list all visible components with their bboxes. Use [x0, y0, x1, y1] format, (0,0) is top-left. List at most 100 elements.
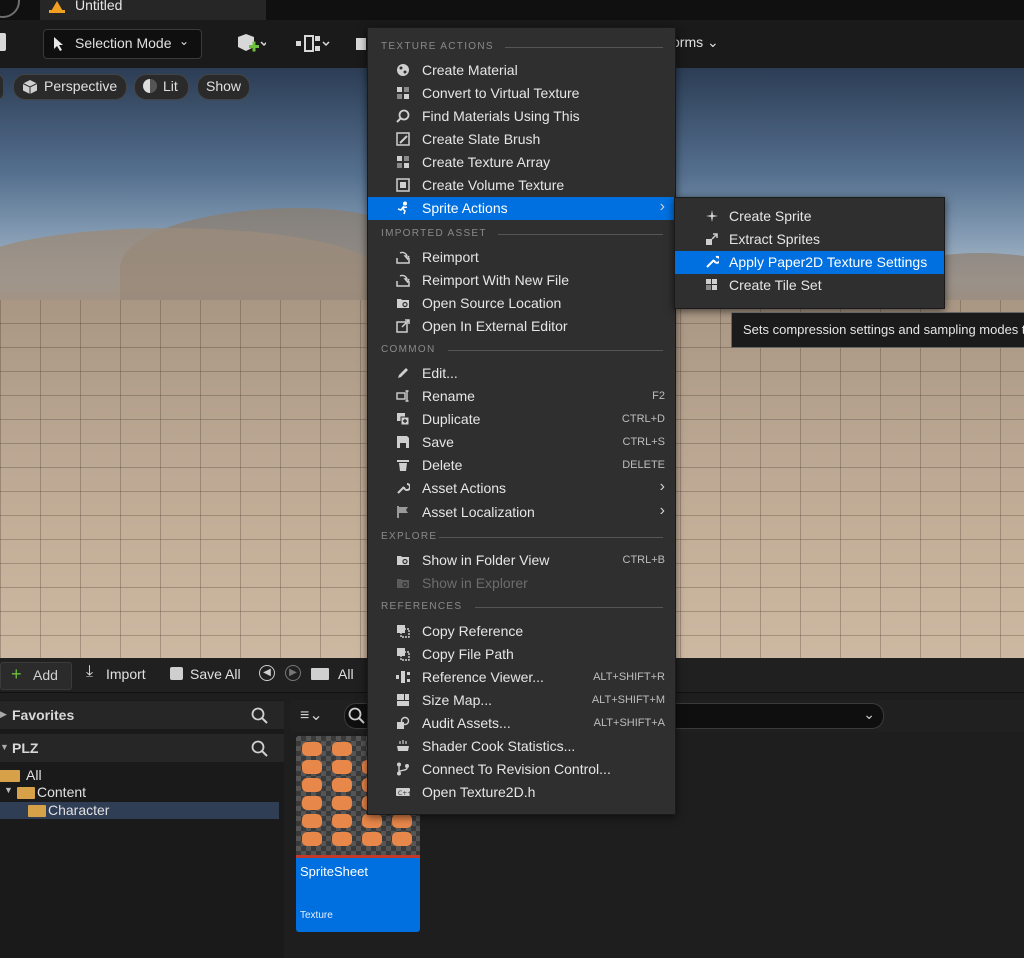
menu-copy-file-path[interactable]: Copy File Path [368, 643, 675, 666]
menu-create-material[interactable]: Create Material [368, 59, 675, 82]
project-label: PLZ [12, 740, 39, 756]
cpp-file-icon: C++ [396, 788, 410, 797]
menu-audit-assets[interactable]: Audit Assets... ALT+SHIFT+A [368, 712, 675, 735]
filter-icon[interactable]: ≡⌄ [300, 705, 323, 725]
show-label: Show [206, 78, 242, 94]
save-icon[interactable] [0, 33, 6, 51]
menu-copy-reference[interactable]: Copy Reference [368, 620, 675, 643]
menu-reference-viewer[interactable]: Reference Viewer... ALT+SHIFT+R [368, 666, 675, 689]
cinematics-icon[interactable] [354, 33, 366, 55]
tree-item-content[interactable]: ▼ Content [0, 784, 279, 801]
menu-label: Create Tile Set [729, 277, 822, 293]
menu-rename[interactable]: Rename F2 [368, 385, 675, 408]
selection-mode-dropdown[interactable]: Selection Mode ⌄ [43, 29, 202, 59]
favorites-header[interactable]: ▶ Favorites [0, 701, 284, 729]
menu-asset-localization[interactable]: Asset Localization › [368, 501, 675, 524]
show-button[interactable]: Show [197, 74, 250, 100]
menu-label: Shader Cook Statistics... [422, 738, 576, 754]
menu-delete[interactable]: Delete DELETE [368, 454, 675, 477]
asset-context-menu: TEXTURE ACTIONS Create Material Convert … [367, 27, 676, 815]
menu-sprite-actions[interactable]: Sprite Actions › [368, 197, 675, 220]
section-texture-actions: TEXTURE ACTIONS [381, 41, 494, 52]
menu-label: Reference Viewer... [422, 669, 544, 685]
menu-label: Open In External Editor [422, 318, 568, 334]
save-icon [397, 436, 409, 448]
perspective-button[interactable]: Perspective [13, 74, 127, 100]
back-icon[interactable]: ◀ [259, 665, 275, 681]
chevron-right-icon: › [659, 478, 665, 495]
menu-edit[interactable]: Edit... [368, 362, 675, 385]
reimport-icon [396, 251, 410, 264]
tree-label: All [26, 767, 42, 783]
menu-size-map[interactable]: Size Map... ALT+SHIFT+M [368, 689, 675, 712]
menu-open-external-editor[interactable]: Open In External Editor [368, 315, 675, 338]
project-header[interactable]: ▼ PLZ [0, 734, 284, 762]
level-tab-title: Untitled [75, 0, 123, 13]
tree-label: Content [37, 784, 87, 800]
duplicate-icon [397, 413, 410, 426]
menu-label: Audit Assets... [422, 715, 511, 731]
menu-find-materials[interactable]: Find Materials Using This [368, 105, 675, 128]
save-icon [170, 667, 183, 680]
menu-reimport-new-file[interactable]: Reimport With New File [368, 269, 675, 292]
menu-label: Extract Sprites [729, 231, 821, 247]
menu-open-source-location[interactable]: Open Source Location [368, 292, 675, 315]
svg-text:C++: C++ [398, 790, 410, 797]
menu-show-in-explorer: Show in Explorer [368, 572, 675, 595]
plus-icon: + [11, 664, 22, 684]
menu-duplicate[interactable]: Duplicate CTRL+D [368, 408, 675, 431]
extract-icon [706, 233, 718, 245]
menu-shader-cook-statistics[interactable]: Shader Cook Statistics... [368, 735, 675, 758]
menu-show-folder-view[interactable]: Show in Folder View CTRL+B [368, 549, 675, 572]
add-label: Add [33, 667, 58, 683]
menu-connect-revision-control[interactable]: Connect To Revision Control... [368, 758, 675, 781]
volume-texture-icon [396, 178, 410, 192]
forward-icon[interactable]: ▶ [285, 665, 301, 681]
folder-icon [311, 668, 329, 680]
shortcut-label: ALT+SHIFT+A [593, 717, 665, 729]
menu-create-slate-brush[interactable]: Create Slate Brush [368, 128, 675, 151]
material-icon [397, 64, 409, 76]
menu-label: Reimport [422, 249, 479, 265]
section-divider [475, 607, 663, 608]
add-actor-icon[interactable] [236, 33, 266, 55]
search-icon[interactable] [251, 707, 268, 724]
menu-asset-actions[interactable]: Asset Actions › [368, 477, 675, 500]
menu-label: Open Source Location [422, 295, 562, 311]
tree-item-all[interactable]: All [0, 767, 279, 784]
cube-icon [22, 80, 38, 94]
shortcut-label: CTRL+S [622, 436, 666, 448]
menu-label: Duplicate [422, 411, 481, 427]
menu-create-tile-set[interactable]: Create Tile Set [675, 274, 944, 297]
menu-label: Convert to Virtual Texture [422, 85, 580, 101]
platforms-menu-label[interactable]: orms ⌄ [672, 34, 719, 51]
copy-icon [397, 625, 410, 638]
sprite-actions-submenu: Create Sprite Extract Sprites Apply Pape… [674, 197, 945, 309]
blueprint-icon[interactable] [296, 33, 332, 55]
menu-create-texture-array[interactable]: Create Texture Array [368, 151, 675, 174]
favorites-label: Favorites [12, 707, 75, 723]
menu-label: Asset Localization [422, 504, 535, 520]
search-icon[interactable] [251, 740, 268, 757]
menu-apply-paper2d-settings[interactable]: Apply Paper2D Texture Settings [675, 251, 944, 274]
chevron-right-icon: › [659, 502, 665, 519]
menu-create-volume-texture[interactable]: Create Volume Texture [368, 174, 675, 197]
path-breadcrumb-all[interactable]: All [338, 666, 354, 688]
audit-icon [397, 716, 410, 729]
lit-button[interactable]: Lit [134, 74, 189, 100]
menu-create-sprite[interactable]: Create Sprite [675, 205, 944, 228]
menu-reimport[interactable]: Reimport [368, 246, 675, 269]
menu-open-texture2d-header[interactable]: C++ Open Texture2D.h [368, 781, 675, 804]
section-divider [498, 234, 663, 235]
chevron-down-icon[interactable]: ⌄ [863, 706, 875, 723]
tree-item-character[interactable]: Character [0, 802, 279, 819]
perspective-label: Perspective [44, 78, 118, 94]
menu-extract-sprites[interactable]: Extract Sprites [675, 228, 944, 251]
menu-save[interactable]: Save CTRL+S [368, 431, 675, 454]
chevron-down-icon: ⌄ [179, 34, 190, 48]
add-button[interactable]: + Add [0, 662, 72, 690]
menu-label: Create Sprite [729, 208, 812, 224]
menu-convert-virtual-texture[interactable]: Convert to Virtual Texture [368, 82, 675, 105]
level-tab[interactable]: Untitled [40, 0, 266, 20]
caret-right-icon: ▶ [0, 709, 7, 719]
